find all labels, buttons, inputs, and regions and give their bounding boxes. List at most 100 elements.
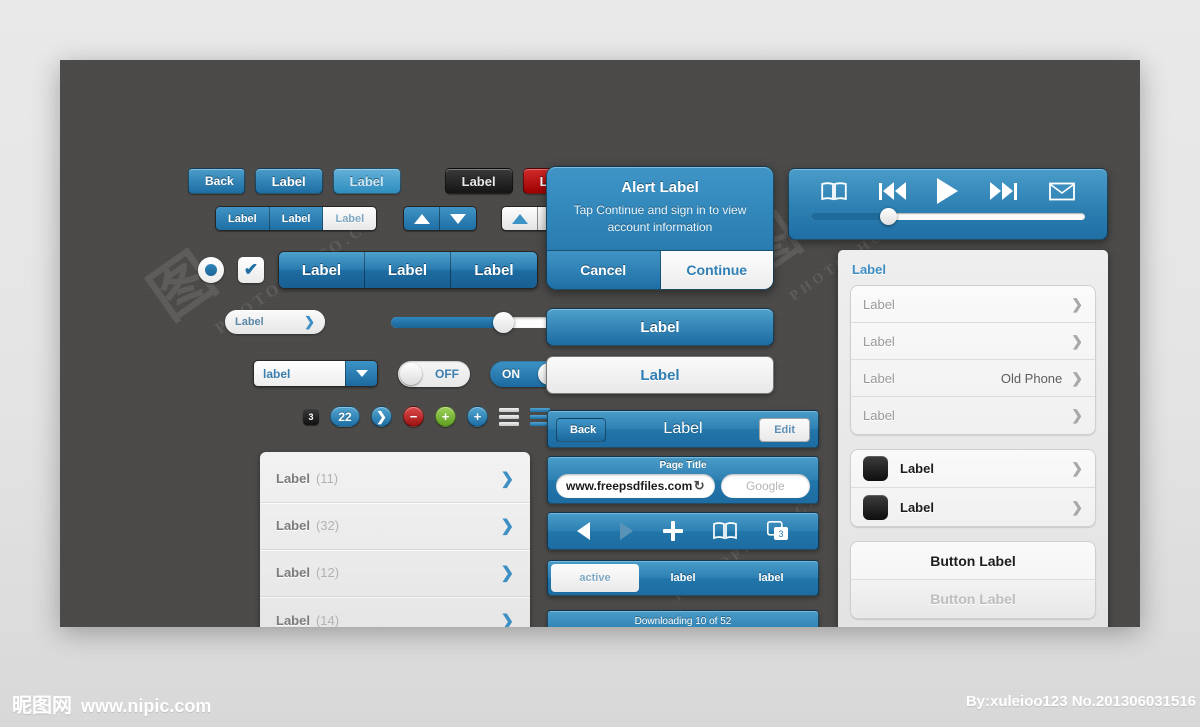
settings-icon-row[interactable]: Label ❯ xyxy=(851,488,1095,526)
label-button-blue[interactable]: Label xyxy=(254,168,323,194)
list-item[interactable]: Label (12) ❯ xyxy=(260,550,530,597)
segment-3-active[interactable]: Label xyxy=(323,207,377,230)
settings-group-rows: Label ❯ Label ❯ Label Old Phone ❯ Label … xyxy=(850,285,1096,435)
list-item-count: (12) xyxy=(315,565,340,580)
alert-dialog: Alert Label Tap Continue and sign in to … xyxy=(546,166,774,290)
chevron-right-icon: ❯ xyxy=(1071,498,1083,515)
radio-button[interactable] xyxy=(198,257,224,283)
settings-row-label: Label xyxy=(900,461,934,476)
tab-third[interactable]: label xyxy=(727,564,815,592)
chevron-right-icon: ❯ xyxy=(500,471,514,488)
bookmarks-icon[interactable] xyxy=(713,522,737,540)
app-icon xyxy=(863,456,888,481)
list-item[interactable]: Label (11) ❯ xyxy=(260,456,530,503)
list-item[interactable]: Label (32) ❯ xyxy=(260,503,530,550)
tab-active[interactable]: active xyxy=(551,564,639,592)
dropdown-value: label xyxy=(254,361,345,386)
triangle-up-icon xyxy=(413,213,430,224)
toggle-state-label: OFF xyxy=(435,366,459,381)
nav-edit-button[interactable]: Edit xyxy=(759,418,810,442)
settings-icon-row[interactable]: Label ❯ xyxy=(851,450,1095,488)
tab-second[interactable]: label xyxy=(639,564,727,592)
badge-row: 3 22 ❯ − + + xyxy=(303,406,550,427)
reload-icon[interactable]: ↻ xyxy=(694,478,705,494)
settings-row[interactable]: Label ❯ xyxy=(851,323,1095,360)
forward-arrow-icon[interactable] xyxy=(620,522,633,540)
ui-kit-board: 图 PHOTOPHOTO.CN PHOTOPHOTO.CN 图 图 PHOTOP… xyxy=(60,60,1140,627)
scrubber-knob[interactable] xyxy=(879,208,897,225)
book-icon[interactable] xyxy=(821,181,847,201)
segment-1[interactable]: Label xyxy=(216,207,270,230)
mail-icon[interactable] xyxy=(1049,182,1075,201)
url-value: www.freepsdfiles.com xyxy=(566,479,693,493)
list-icon[interactable] xyxy=(499,407,519,426)
large-segment-2[interactable]: Label xyxy=(365,252,451,288)
media-player xyxy=(788,168,1108,240)
disclosure-pill-button[interactable]: Label ❯ xyxy=(225,310,325,334)
large-segment-1[interactable]: Label xyxy=(279,252,365,288)
url-fields: www.freepsdfiles.com ↻ Google xyxy=(556,474,810,498)
list-item[interactable]: Label (14) ❯ xyxy=(260,597,530,628)
chevron-right-icon: ❯ xyxy=(1071,332,1083,349)
list-item-label: Label xyxy=(276,471,310,486)
triangle-up-icon xyxy=(511,213,528,224)
scrubber-fill xyxy=(811,213,888,220)
plus-icon[interactable] xyxy=(663,521,683,541)
chevron-right-icon[interactable]: ❯ xyxy=(371,406,392,427)
toggle-knob xyxy=(400,362,422,385)
play-icon[interactable] xyxy=(937,178,959,204)
list-item-count: (14) xyxy=(315,612,340,628)
svg-text:3: 3 xyxy=(778,529,783,539)
settings-group-title: Label xyxy=(852,262,886,277)
nav-title: Label xyxy=(663,420,703,437)
tabs-icon[interactable]: 3 xyxy=(767,521,789,541)
toggle-switch-off[interactable]: OFF xyxy=(398,360,470,387)
cancel-button[interactable]: Cancel xyxy=(547,251,661,289)
previous-track-icon[interactable] xyxy=(878,182,906,200)
stepper-up-button[interactable] xyxy=(404,207,441,230)
minus-icon[interactable]: − xyxy=(403,406,424,427)
segmented-control-large[interactable]: Label Label Label xyxy=(278,251,538,289)
label-button-dark[interactable]: Label xyxy=(444,168,513,194)
settings-row[interactable]: Label Old Phone ❯ xyxy=(851,360,1095,397)
label-button-light-blue[interactable]: Label xyxy=(332,168,401,194)
continue-button[interactable]: Continue xyxy=(660,251,773,289)
large-segment-3[interactable]: Label xyxy=(451,252,537,288)
segment-2[interactable]: Label xyxy=(269,207,324,230)
settings-row[interactable]: Label ❯ xyxy=(851,397,1095,434)
stepper-down-button[interactable] xyxy=(440,207,477,230)
checkbox[interactable]: ✔ xyxy=(238,257,264,283)
next-track-icon[interactable] xyxy=(990,182,1018,200)
search-input[interactable]: Google xyxy=(720,474,810,498)
settings-row[interactable]: Label ❯ xyxy=(851,286,1095,323)
settings-button-disabled: Button Label xyxy=(851,580,1095,618)
url-input[interactable]: www.freepsdfiles.com ↻ xyxy=(556,474,715,498)
dropdown-and-switches-row: label OFF ON xyxy=(253,360,562,387)
nav-back-button[interactable]: Back xyxy=(556,418,607,442)
browser-toolbar: 3 xyxy=(547,512,819,550)
settings-button-primary[interactable]: Button Label xyxy=(851,542,1095,580)
segmented-control-small[interactable]: Label Label Label xyxy=(215,206,378,231)
chevron-right-icon: ❯ xyxy=(1071,460,1083,476)
player-scrubber[interactable] xyxy=(811,208,1085,225)
stepper-blue[interactable] xyxy=(403,206,478,231)
brand-website: www.nipic.com xyxy=(81,696,212,716)
chevron-right-icon: ❯ xyxy=(1071,295,1083,312)
back-button[interactable]: Back xyxy=(188,168,245,194)
settings-group-icon-rows: Label ❯ Label ❯ xyxy=(850,449,1096,527)
list-item-count: (32) xyxy=(315,518,340,533)
primary-button-white[interactable]: Label xyxy=(546,356,774,394)
dropdown-select[interactable]: label xyxy=(253,360,378,387)
radio-selected-icon xyxy=(205,264,217,276)
stepper-up-button[interactable] xyxy=(502,207,539,230)
back-arrow-icon[interactable] xyxy=(577,522,590,540)
slider-knob[interactable] xyxy=(492,311,514,333)
plus-icon[interactable]: + xyxy=(435,406,456,427)
plus-icon[interactable]: + xyxy=(467,406,488,427)
chevron-right-icon: ❯ xyxy=(500,565,514,582)
chevron-down-icon[interactable] xyxy=(345,361,377,386)
triangle-down-icon xyxy=(450,213,467,224)
chevron-right-icon: ❯ xyxy=(1071,407,1083,423)
primary-button-blue[interactable]: Label xyxy=(546,308,774,346)
settings-row-label: Label xyxy=(863,370,895,386)
